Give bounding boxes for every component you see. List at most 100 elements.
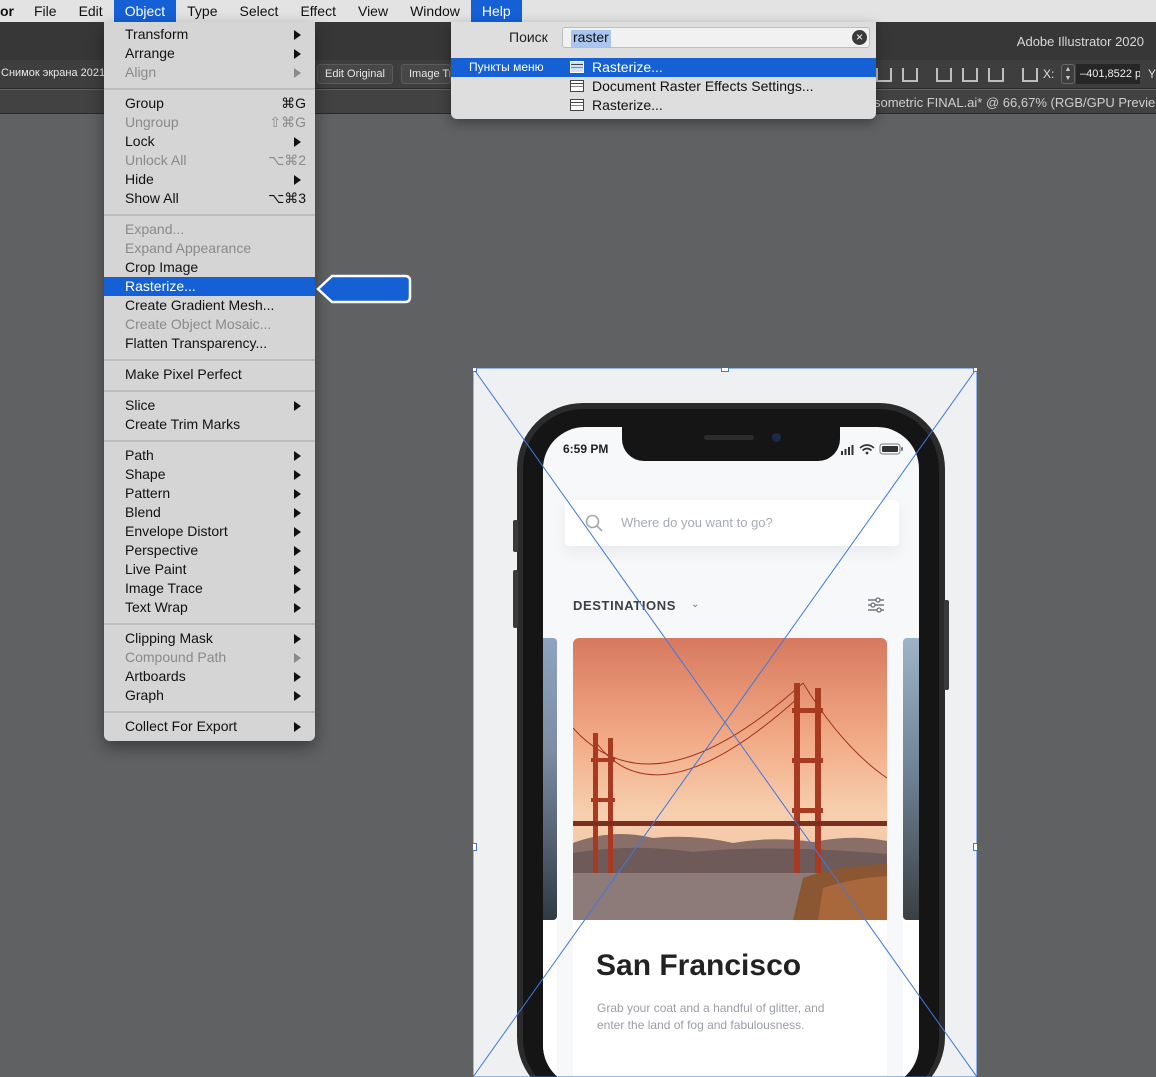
menu-select[interactable]: Select	[229, 0, 290, 22]
menu-help[interactable]: Help	[470, 0, 522, 22]
submenu-arrow-icon	[294, 653, 301, 663]
submenu-arrow-icon	[294, 603, 301, 613]
menu-item-label: Expand Appearance	[125, 240, 252, 256]
menu-effect[interactable]: Effect	[289, 0, 347, 22]
result-label: Rasterize...	[592, 97, 663, 113]
menu-item-blend[interactable]: Blend	[104, 503, 315, 522]
menu-item-label: Transform	[125, 26, 189, 42]
menu-item-label: Path	[125, 447, 154, 463]
menu-item-ungroup: Ungroup ⇧⌘G	[104, 113, 315, 132]
menu-window[interactable]: Window	[399, 0, 471, 22]
menu-item-create-object-mosaic: Create Object Mosaic...	[104, 315, 315, 334]
menu-object[interactable]: Object	[113, 0, 177, 22]
submenu-arrow-icon	[294, 634, 301, 644]
submenu-arrow-icon	[294, 722, 301, 732]
submenu-arrow-icon	[294, 508, 301, 518]
help-search-popup: Поиск raster × Пункты меню Rasterize... …	[451, 22, 876, 119]
align-icon[interactable]	[984, 64, 1004, 84]
menu-item-label: Show All	[125, 190, 179, 206]
menu-item-text-wrap[interactable]: Text Wrap	[104, 598, 315, 617]
menu-item-label: Blend	[125, 504, 161, 520]
menu-item-create-trim-marks[interactable]: Create Trim Marks	[104, 415, 315, 434]
menu-item-icon	[570, 80, 584, 92]
menu-item-pattern[interactable]: Pattern	[104, 484, 315, 503]
menu-item-rasterize[interactable]: Rasterize...	[104, 277, 315, 296]
menu-item-hide[interactable]: Hide	[104, 170, 315, 189]
menu-file[interactable]: File	[23, 0, 68, 22]
submenu-arrow-icon	[294, 584, 301, 594]
menu-item-artboards[interactable]: Artboards	[104, 667, 315, 686]
menu-item-shape[interactable]: Shape	[104, 465, 315, 484]
help-result-rasterize[interactable]: Пункты меню Rasterize...	[451, 58, 876, 77]
align-icon[interactable]	[932, 64, 952, 84]
menu-type[interactable]: Type	[176, 0, 228, 22]
menu-item-clipping-mask[interactable]: Clipping Mask	[104, 629, 315, 648]
menu-item-create-gradient-mesh[interactable]: Create Gradient Mesh...	[104, 296, 315, 315]
menu-item-path[interactable]: Path	[104, 446, 315, 465]
menu-item-label: Create Object Mosaic...	[125, 316, 272, 332]
menu-item-label: Align	[125, 64, 157, 80]
menu-item-lock[interactable]: Lock	[104, 132, 315, 151]
align-icon[interactable]	[958, 64, 978, 84]
menu-item-group[interactable]: Group ⌘G	[104, 94, 315, 113]
menu-item-envelope-distort[interactable]: Envelope Distort	[104, 522, 315, 541]
align-icon[interactable]	[898, 64, 918, 84]
menu-separator	[104, 440, 315, 442]
menu-item-image-trace[interactable]: Image Trace	[104, 579, 315, 598]
y-label: Y:	[1148, 67, 1156, 81]
menu-bar: or File Edit Object Type Select Effect V…	[0, 0, 1156, 22]
handle-top-center	[721, 368, 729, 372]
document-tab[interactable]: sometric FINAL.ai* @ 66,67% (RGB/GPU Pre…	[874, 95, 1155, 110]
callout-arrow-icon	[316, 274, 412, 304]
menu-item-perspective[interactable]: Perspective	[104, 541, 315, 560]
linked-file-label[interactable]: Снимок экрана 2021	[1, 67, 105, 79]
object-menu: Transform Arrange Align Group ⌘G Ungroup ⇧…	[104, 22, 315, 741]
menu-item-transform[interactable]: Transform	[104, 25, 315, 44]
submenu-arrow-icon	[294, 451, 301, 461]
menu-item-make-pixel-perfect[interactable]: Make Pixel Perfect	[104, 365, 315, 384]
menu-item-label: Slice	[125, 397, 156, 413]
menu-shortcut: ⌥⌘3	[268, 190, 306, 206]
submenu-arrow-icon	[294, 691, 301, 701]
menu-item-label: Image Trace	[125, 580, 203, 596]
submenu-arrow-icon	[294, 527, 301, 537]
menu-item-icon	[570, 99, 584, 111]
app-menu[interactable]: or	[0, 0, 23, 22]
search-label: Поиск	[509, 29, 548, 45]
menu-edit[interactable]: Edit	[68, 0, 114, 22]
edit-original-button[interactable]: Edit Original	[317, 64, 393, 84]
menu-item-collect-for-export[interactable]: Collect For Export	[104, 717, 315, 736]
submenu-arrow-icon	[294, 49, 301, 59]
menu-item-arrange[interactable]: Arrange	[104, 44, 315, 63]
image-trace-button[interactable]: Image Trace	[401, 64, 451, 84]
submenu-arrow-icon	[294, 546, 301, 556]
menu-item-show-all[interactable]: Show All ⌥⌘3	[104, 189, 315, 208]
x-field[interactable]: –401,8522 p	[1076, 64, 1140, 84]
menu-item-label: Shape	[125, 466, 166, 482]
menu-item-label: Group	[125, 95, 164, 111]
menu-view[interactable]: View	[347, 0, 399, 22]
submenu-arrow-icon	[294, 401, 301, 411]
menu-item-slice[interactable]: Slice	[104, 396, 315, 415]
x-label: X:	[1043, 67, 1055, 81]
menu-item-graph[interactable]: Graph	[104, 686, 315, 705]
help-search-text: raster	[573, 29, 609, 45]
submenu-arrow-icon	[294, 175, 301, 185]
submenu-arrow-icon	[294, 137, 301, 147]
menu-item-label: Clipping Mask	[125, 630, 213, 646]
selection-bounding-box[interactable]	[473, 368, 977, 1077]
x-stepper[interactable]: ▲ ▼	[1061, 64, 1075, 84]
menu-item-crop-image[interactable]: Crop Image	[104, 258, 315, 277]
transform-icon[interactable]	[1018, 64, 1038, 84]
help-result-raster-effects-settings[interactable]: Document Raster Effects Settings...	[451, 77, 876, 96]
clear-search-icon[interactable]: ×	[852, 30, 867, 45]
menu-item-label: Live Paint	[125, 561, 187, 577]
help-result-rasterize-2[interactable]: Rasterize...	[451, 96, 876, 115]
handle-top-right	[973, 368, 977, 372]
menu-shortcut: ⇧⌘G	[269, 114, 306, 130]
menu-item-label: Graph	[125, 687, 164, 703]
menu-item-live-paint[interactable]: Live Paint	[104, 560, 315, 579]
menu-item-align: Align	[104, 63, 315, 82]
menu-item-flatten-transparency[interactable]: Flatten Transparency...	[104, 334, 315, 353]
menu-item-label: Crop Image	[125, 259, 199, 275]
